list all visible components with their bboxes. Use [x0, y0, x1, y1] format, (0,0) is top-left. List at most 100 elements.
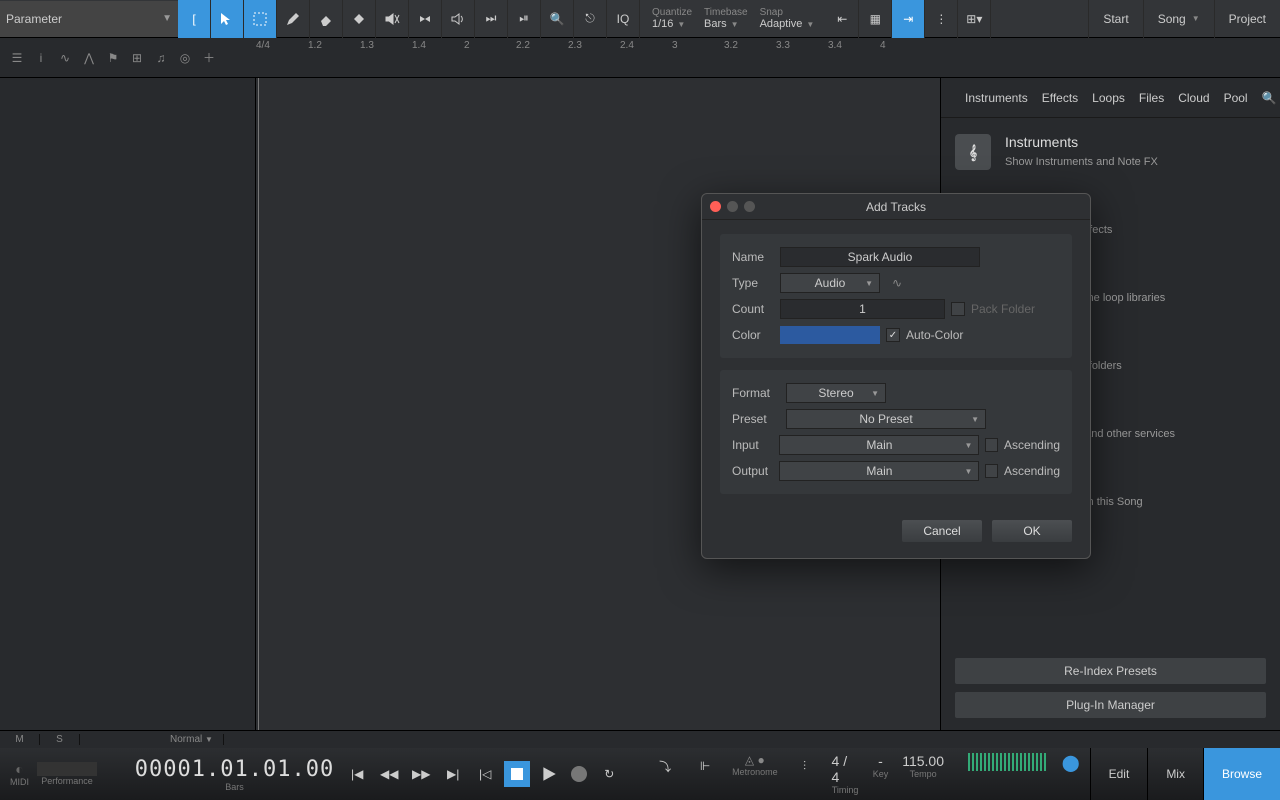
loop-button[interactable]: ↻ [596, 761, 622, 787]
plugin-manager-button[interactable]: Plug-In Manager [955, 692, 1266, 718]
automation-lane-icon[interactable]: ∿ [54, 47, 76, 69]
tab-files[interactable]: Files [1139, 91, 1164, 105]
parameter-label: Parameter [6, 12, 62, 26]
snap-events-icon[interactable]: ⋮ [925, 0, 958, 38]
arrow-tool[interactable] [211, 0, 244, 38]
record-button[interactable] [568, 763, 590, 785]
mute-tool[interactable] [376, 0, 409, 38]
rewind-start-button[interactable]: |◀ [344, 761, 370, 787]
edit-view-button[interactable]: Edit [1090, 748, 1148, 800]
timeline-ruler[interactable]: 4/41.21.31.422.22.32.433.23.33.44 [256, 38, 1280, 77]
eraser-tool[interactable] [310, 0, 343, 38]
zoom-mode[interactable]: Normal ▼ [160, 734, 224, 745]
timing-display[interactable]: 4 / 4Timing [832, 753, 859, 795]
output-select[interactable]: Main▼ [779, 461, 979, 481]
track-color-swatch[interactable] [780, 326, 880, 344]
forward-button[interactable]: ▶▶ [408, 761, 434, 787]
add-track-icon[interactable]: ＋ [198, 47, 220, 69]
skip-tool[interactable]: ⏯ [508, 0, 541, 38]
key-display[interactable]: -Key [873, 753, 889, 795]
automation-tool[interactable]: ⎋ [574, 0, 607, 38]
target-icon[interactable]: ◎ [174, 47, 196, 69]
midi-label: MIDI [10, 777, 29, 787]
input-ascending-checkbox[interactable] [985, 438, 998, 452]
track-type-select[interactable]: Audio▼ [780, 273, 880, 293]
pack-folder-label: Pack Folder [971, 302, 1035, 316]
zoom-tool[interactable]: 🔍 [541, 0, 574, 38]
envelope-icon[interactable]: ⋀ [78, 47, 100, 69]
close-icon[interactable] [710, 201, 721, 212]
cancel-button[interactable]: Cancel [902, 520, 982, 542]
mix-view-button[interactable]: Mix [1147, 748, 1203, 800]
marker-icon[interactable]: ⚑ [102, 47, 124, 69]
forward-end-button[interactable]: ▶| [440, 761, 466, 787]
category-instruments[interactable]: 𝄞InstrumentsShow Instruments and Note FX [955, 134, 1266, 170]
split-tool[interactable] [409, 0, 442, 38]
piano-icon: 𝄞 [955, 134, 991, 170]
project-page-button[interactable]: Project [1214, 0, 1280, 38]
fastforward-tool[interactable]: ⏭ [475, 0, 508, 38]
meter-toggle[interactable]: ⬤ [1062, 753, 1080, 795]
search-icon[interactable]: 🔍 [1262, 91, 1277, 105]
precount-icon[interactable]: ⫶ [792, 753, 818, 779]
note-icon[interactable]: ♫ [150, 47, 172, 69]
group-icon[interactable]: ⊞ [126, 47, 148, 69]
listen-tool[interactable] [442, 0, 475, 38]
auto-color-checkbox[interactable] [886, 328, 900, 342]
arrange-view[interactable]: Add Tracks Name Type Audio▼ ∿ Count [256, 78, 940, 730]
snap-end-icon[interactable]: ⇥ [892, 0, 925, 38]
tab-cloud[interactable]: Cloud [1178, 91, 1209, 105]
format-select[interactable]: Stereo▼ [786, 383, 886, 403]
maximize-icon[interactable] [744, 201, 755, 212]
input-label: Input [732, 438, 779, 452]
tab-pool[interactable]: Pool [1224, 91, 1248, 105]
pencil-tool[interactable] [277, 0, 310, 38]
ok-button[interactable]: OK [992, 520, 1072, 542]
output-label: Output [732, 464, 779, 478]
marquee-tool[interactable] [244, 0, 277, 38]
quantize-selector[interactable]: Quantize 1/16▼ [646, 0, 698, 38]
input-select[interactable]: Main▼ [779, 435, 979, 455]
bracket-left-tool[interactable]: [ [178, 0, 211, 38]
mute-indicator[interactable]: M [0, 734, 40, 745]
metronome-icon[interactable]: ◬ ● [745, 753, 765, 767]
ruler-mark: 3.2 [724, 40, 776, 51]
timebase-selector[interactable]: Timebase Bars▼ [698, 0, 754, 38]
pack-folder-checkbox[interactable] [951, 302, 965, 316]
snap-selector[interactable]: Snap Adaptive▼ [754, 0, 821, 38]
preroll-icon[interactable]: ⊩ [692, 753, 718, 779]
tempo-display[interactable]: 115.00Tempo [902, 753, 944, 795]
minimize-icon[interactable] [727, 201, 738, 212]
preset-select[interactable]: No Preset▼ [786, 409, 986, 429]
stop-button[interactable] [504, 761, 530, 787]
song-page-button[interactable]: Song ▼ [1143, 0, 1214, 38]
timecode-display[interactable]: 00001.01.01.00 [135, 757, 334, 782]
solo-indicator[interactable]: S [40, 734, 80, 745]
browse-view-button[interactable]: Browse [1203, 748, 1280, 800]
snap-start-icon[interactable]: ⇤ [826, 0, 859, 38]
output-ascending-checkbox[interactable] [985, 464, 998, 478]
info-icon[interactable]: i [30, 47, 52, 69]
midi-activity-icon: ◐ [15, 761, 23, 777]
autopunch-icon[interactable]: ⤵ [652, 753, 678, 779]
track-name-input[interactable] [780, 247, 980, 267]
track-count-input[interactable] [780, 299, 945, 319]
tab-instruments[interactable]: Instruments [965, 91, 1028, 105]
tab-effects[interactable]: Effects [1042, 91, 1078, 105]
paint-tool[interactable] [343, 0, 376, 38]
start-page-button[interactable]: Start [1088, 0, 1142, 38]
grid-icon[interactable]: ⊞▾ [958, 0, 991, 38]
parameter-display[interactable]: Parameter ▼ [0, 1, 178, 37]
list-icon[interactable]: ☰ [6, 47, 28, 69]
transport-bar: ◐ MIDI Performance 00001.01.01.00 Bars |… [0, 748, 1280, 800]
ruler-mark: 2.2 [516, 40, 568, 51]
iq-button[interactable]: IQ [607, 0, 640, 38]
dialog-title-bar[interactable]: Add Tracks [702, 194, 1090, 220]
reindex-presets-button[interactable]: Re-Index Presets [955, 658, 1266, 684]
snap-grid-icon[interactable]: ▦ [859, 0, 892, 38]
rewind-button[interactable]: ◀◀ [376, 761, 402, 787]
color-label: Color [732, 328, 780, 342]
play-button[interactable] [536, 761, 562, 787]
prev-marker-button[interactable]: |◁ [472, 761, 498, 787]
tab-loops[interactable]: Loops [1092, 91, 1125, 105]
